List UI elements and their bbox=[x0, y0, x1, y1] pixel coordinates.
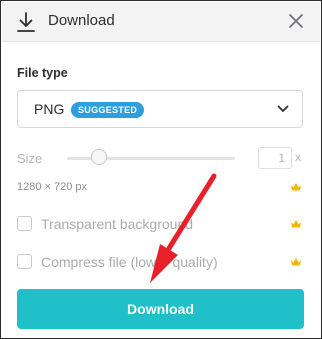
size-multiplier-suffix: x bbox=[295, 150, 301, 164]
size-slider-thumb[interactable] bbox=[91, 149, 107, 165]
transparent-background-label: Transparent background bbox=[41, 216, 194, 232]
suggested-badge: SUGGESTED bbox=[71, 102, 145, 118]
compress-file-label: Compress file (lower quality) bbox=[41, 254, 218, 270]
download-panel: Download File type PNG SUGGESTED Size 1 … bbox=[0, 0, 322, 339]
chevron-down-icon bbox=[277, 105, 289, 112]
crown-icon bbox=[291, 258, 301, 266]
close-icon[interactable] bbox=[287, 12, 305, 30]
transparent-background-checkbox[interactable] bbox=[17, 216, 32, 231]
panel-title: Download bbox=[48, 12, 115, 29]
dimensions-text: 1280 × 720 px bbox=[17, 181, 88, 193]
panel-header: Download bbox=[2, 2, 320, 42]
file-type-select[interactable]: PNG SUGGESTED bbox=[17, 90, 303, 128]
size-multiplier-input[interactable]: 1 bbox=[258, 147, 292, 169]
download-icon bbox=[17, 12, 35, 32]
download-button[interactable]: Download bbox=[17, 289, 304, 329]
compress-file-checkbox[interactable] bbox=[17, 254, 32, 269]
crown-icon bbox=[291, 220, 301, 228]
size-label: Size bbox=[17, 151, 43, 166]
file-type-label: File type bbox=[17, 66, 68, 80]
file-type-value: PNG bbox=[34, 101, 65, 117]
crown-icon bbox=[291, 183, 301, 191]
